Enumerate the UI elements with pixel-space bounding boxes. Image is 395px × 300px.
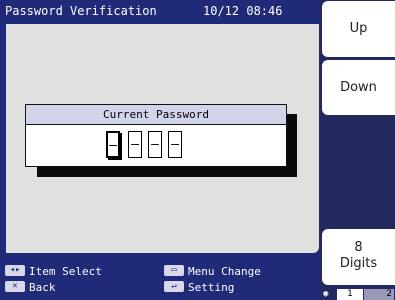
page-indicator-icon: ◉ <box>323 289 329 299</box>
menu-icon: ▭ <box>164 265 184 276</box>
digits-count: 8 <box>354 240 363 255</box>
hint-back-label: Back <box>29 281 56 294</box>
digits-label: Digits <box>339 256 378 271</box>
page-title: Password Verification <box>5 4 157 18</box>
page-2[interactable]: 2 <box>364 289 394 300</box>
page-1[interactable]: 1 <box>337 289 363 300</box>
key-hints: ◂▸ Item Select ✕ Back ▭ Menu Change ↵ Settin… <box>0 264 319 300</box>
up-button[interactable]: Up <box>322 1 395 57</box>
hint-item-select: ◂▸ Item Select <box>5 265 102 278</box>
enter-icon: ↵ <box>164 281 184 292</box>
left-right-arrows-icon: ◂▸ <box>5 265 25 276</box>
back-x-icon: ✕ <box>5 281 25 292</box>
hint-menu-change: ▭ Menu Change <box>164 265 261 278</box>
password-dialog: Current Password – – – – <box>25 104 287 167</box>
hint-setting-label: Setting <box>188 281 235 294</box>
hint-item-select-label: Item Select <box>29 265 102 278</box>
down-button[interactable]: Down <box>322 60 395 115</box>
password-digit-3[interactable]: – <box>148 131 162 158</box>
page-indicator: ◉ 1 2 <box>319 288 395 300</box>
password-digit-1[interactable]: – <box>106 131 120 158</box>
hint-menu-change-label: Menu Change <box>188 265 261 278</box>
password-digit-2[interactable]: – <box>128 131 142 158</box>
title-bar: Password Verification 10/12 08:46 <box>0 0 319 22</box>
side-button-bar: Up Down 8 Digits ◉ 1 2 <box>319 0 395 300</box>
password-digit-4[interactable]: – <box>168 131 182 158</box>
digits-button[interactable]: 8 Digits <box>322 229 395 285</box>
dialog-title: Current Password <box>26 105 286 125</box>
datetime: 10/12 08:46 <box>203 4 283 18</box>
hint-back: ✕ Back <box>5 281 56 294</box>
main-screen: Password Verification 10/12 08:46 Curren… <box>0 0 319 300</box>
hint-setting: ↵ Setting <box>164 281 234 294</box>
